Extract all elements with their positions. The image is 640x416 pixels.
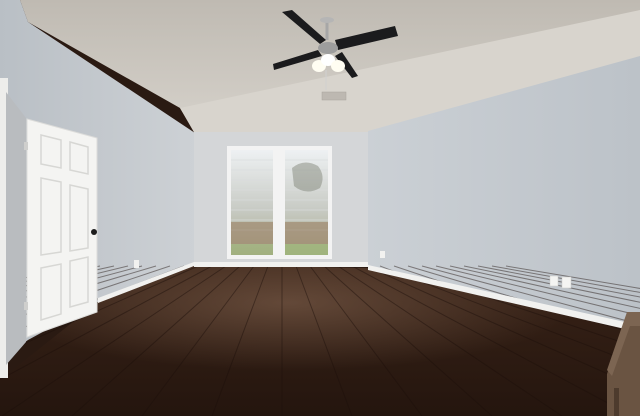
fan-motor-housing	[318, 42, 338, 54]
ceiling-vent	[321, 91, 347, 101]
double-window	[227, 146, 332, 259]
outlet-left-wall	[134, 260, 139, 268]
bench-leg	[614, 388, 619, 416]
fan-light-right	[331, 60, 345, 72]
window-fence-left	[231, 222, 273, 244]
baseboard-back	[194, 262, 368, 267]
window-tree	[292, 162, 323, 192]
doorway-interior	[6, 92, 26, 365]
door[interactable]	[26, 118, 98, 338]
window-grass	[285, 244, 328, 255]
room-scene	[0, 0, 640, 416]
outlet-back-wall	[380, 251, 385, 258]
door-hinge-top	[24, 142, 28, 150]
door-hinge-bottom	[24, 302, 28, 310]
door-knob[interactable]	[91, 229, 97, 235]
outlet-right-wall-1	[549, 275, 559, 287]
window-grass-left	[231, 244, 273, 255]
fan-canopy	[320, 17, 334, 23]
outlet-right-wall-2	[561, 276, 572, 289]
window-fence-right	[285, 222, 328, 244]
